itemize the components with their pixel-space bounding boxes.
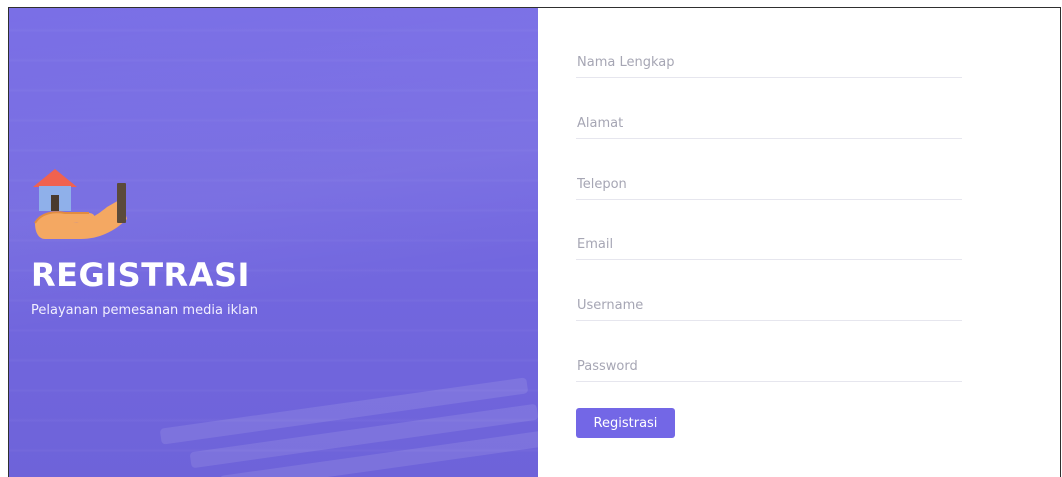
hero-panel: REGISTRASI Pelayanan pemesanan media ikl… [9,8,538,477]
username-input[interactable] [576,291,962,321]
page-title: REGISTRASI [31,256,250,294]
registrasi-button[interactable]: Registrasi [576,408,675,438]
telepon-input[interactable] [576,170,962,200]
nama-lengkap-input[interactable] [576,48,962,78]
page-subtitle: Pelayanan pemesanan media iklan [31,303,258,318]
password-input[interactable] [576,352,962,382]
registration-form: Registrasi [576,8,964,477]
app-frame: REGISTRASI Pelayanan pemesanan media ikl… [8,7,1061,477]
email-input[interactable] [576,230,962,260]
house-in-hand-icon [33,169,127,239]
alamat-input[interactable] [576,109,962,139]
